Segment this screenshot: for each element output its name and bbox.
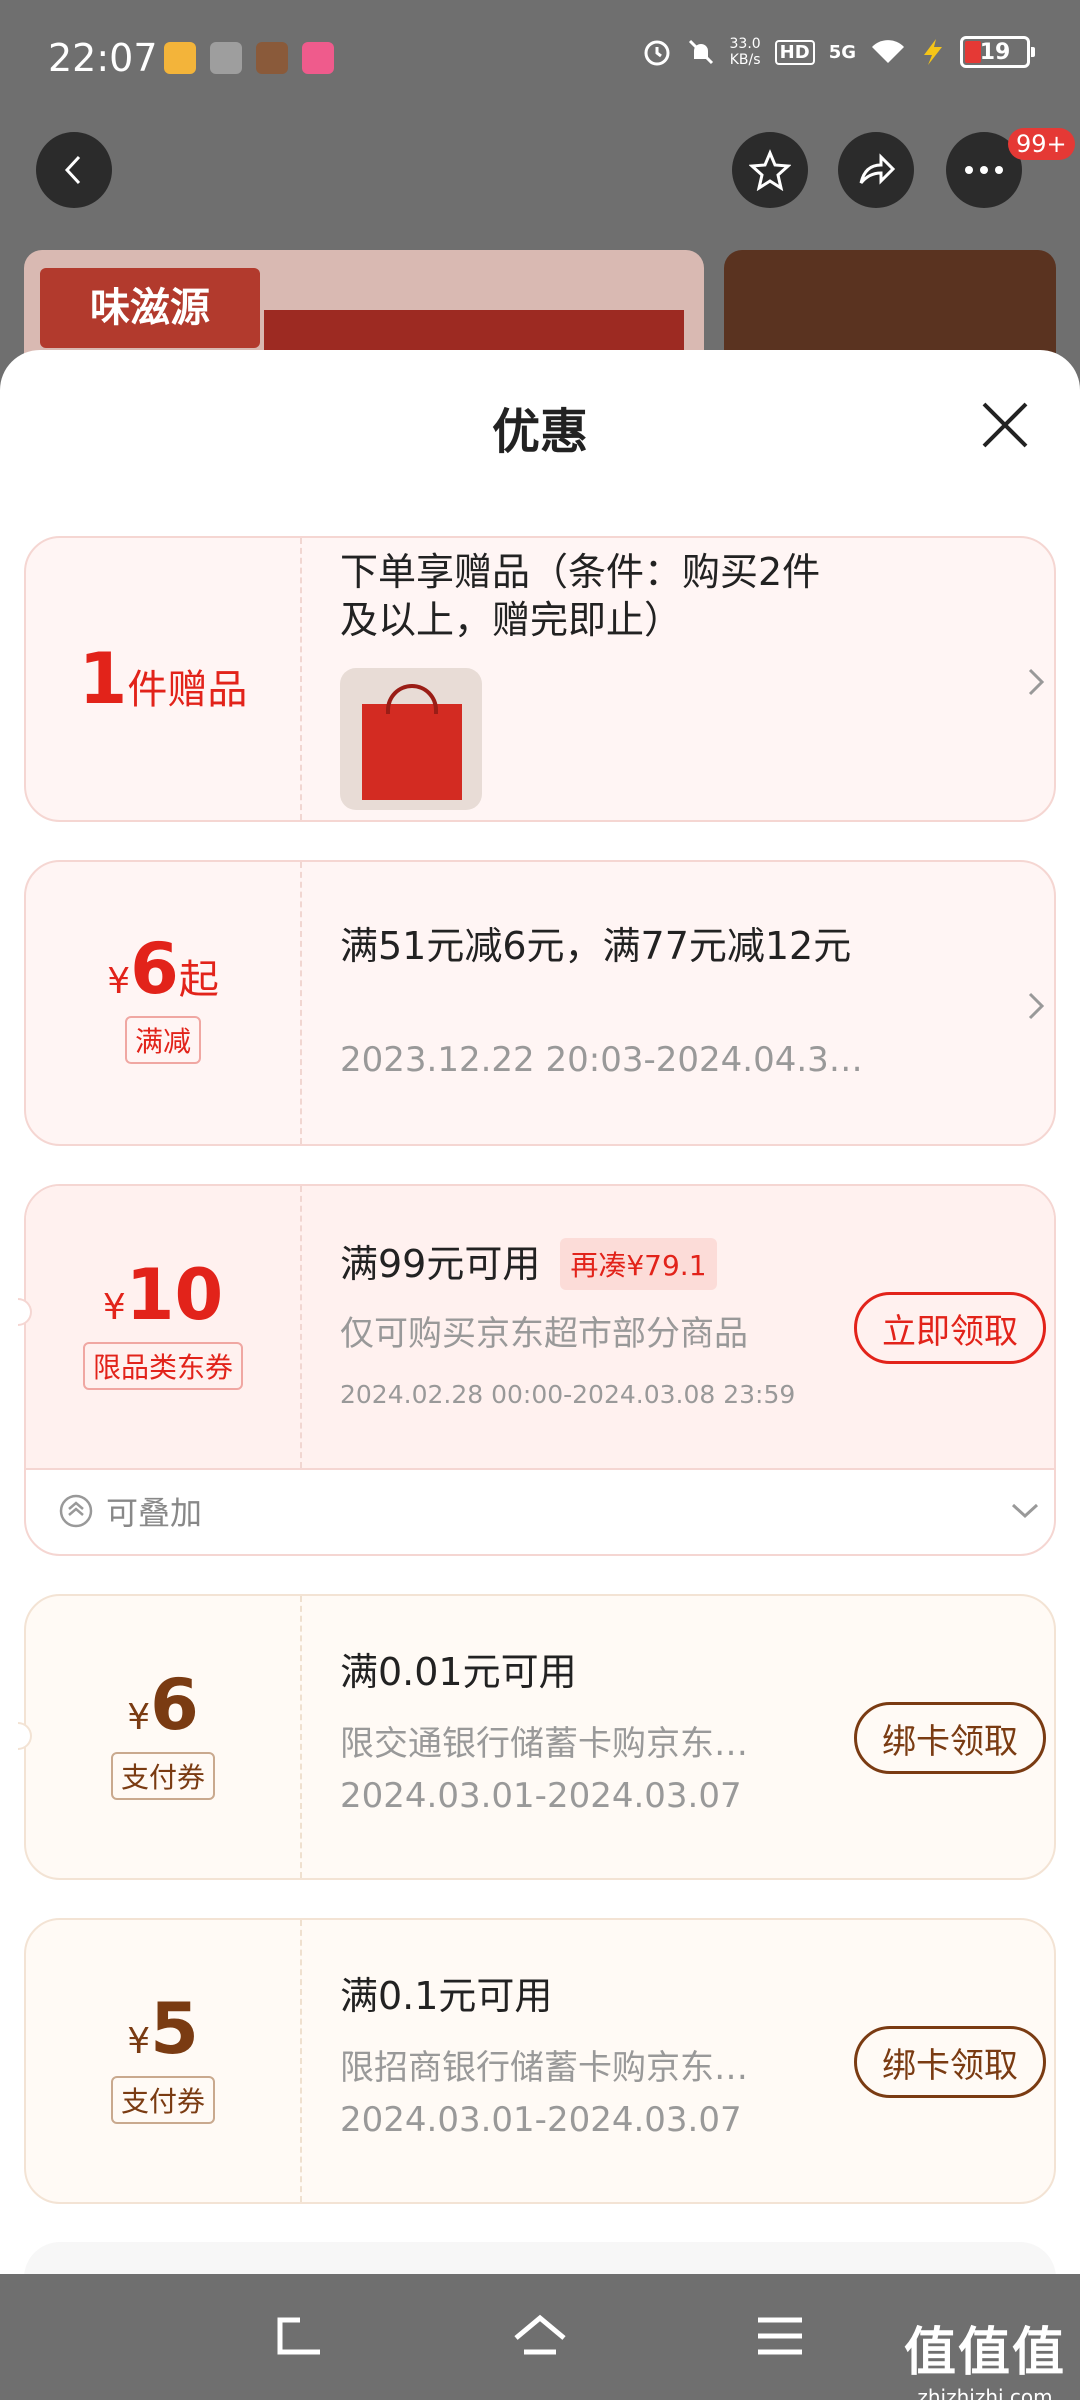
back-nav-icon[interactable] (270, 2312, 330, 2362)
reduction-amount: ¥6起 满减 (26, 928, 300, 1064)
star-icon (749, 149, 791, 191)
gift-description: 下单享赠品（条件：购买2件及以上，赠完即止） (340, 550, 821, 642)
watermark: 值值值 zhizhizhi.com (903, 2323, 1066, 2400)
coupon-amount: ¥10 限品类东券 (26, 1254, 300, 1390)
home-nav-icon[interactable] (510, 2312, 570, 2362)
payment-coupon-condition: 满0.01元可用 (340, 1650, 577, 1694)
mute-bell-icon (688, 39, 713, 65)
payment-coupon-condition: 满0.1元可用 (340, 1974, 553, 2018)
next-card-peek (24, 2242, 1056, 2274)
status-app-icons (164, 42, 334, 74)
chevron-right-icon (1028, 668, 1045, 696)
payment-coupon-date: 2024.03.01-2024.03.07 (340, 1776, 742, 1816)
status-bar: 22:07 33.0 KB/s HD 5G 19 (0, 0, 1080, 118)
discount-sheet: 优惠 1件赠品 下单享赠品（条件：购买2件及以上，赠完即止） ¥6起 满减 满5… (0, 350, 1080, 2274)
chevron-down-icon[interactable] (1010, 1502, 1040, 1520)
coupon-condition: 满99元可用 (340, 1242, 541, 1286)
top-up-tag: 再凑¥79.1 (560, 1238, 717, 1290)
game-icon (256, 42, 288, 74)
wechat-icon (210, 42, 242, 74)
sheet-title: 优惠 (491, 404, 588, 460)
category-coupon-card: ¥10 限品类东券 满99元可用 再凑¥79.1 仅可购买京东超市部分商品 20… (18, 1184, 1056, 1556)
brand-logo: 味滋源 (40, 268, 260, 348)
bind-card-button[interactable]: 绑卡领取 (854, 2026, 1046, 2098)
claim-now-button[interactable]: 立即领取 (854, 1292, 1046, 1364)
back-button[interactable] (36, 132, 112, 208)
payment-coupon-card-2: ¥5 支付券 满0.1元可用 限招商银行储蓄卡购京东… 2024.03.01-2… (24, 1918, 1056, 2204)
notification-badge: 99+ (1008, 128, 1075, 160)
chevron-left-icon (64, 155, 81, 185)
reduction-date: 2023.12.22 20:03-2024.04.3… (340, 1040, 863, 1080)
stack-icon (59, 1494, 93, 1528)
full-reduction-card[interactable]: ¥6起 满减 满51元减6元，满77元减12元 2023.12.22 20:03… (24, 860, 1056, 1146)
payment-coupon-card-1: ¥6 支付券 满0.01元可用 限交通银行储蓄卡购京东… 2024.03.01-… (18, 1594, 1056, 1880)
share-button[interactable] (838, 132, 914, 208)
stackable-toggle[interactable]: 可叠加 (58, 1488, 202, 1534)
alarm-icon (644, 40, 669, 66)
payment-coupon-date: 2024.03.01-2024.03.07 (340, 2100, 742, 2140)
coupon-date: 2024.02.28 00:00-2024.03.08 23:59 (340, 1380, 796, 1409)
network-speed: 33.0 KB/s (729, 36, 761, 68)
favorite-button[interactable] (732, 132, 808, 208)
app-notification-icon (164, 42, 196, 74)
payment-coupon-amount: ¥6 支付券 (26, 1664, 300, 1800)
gift-card[interactable]: 1件赠品 下单享赠品（条件：购买2件及以上，赠完即止） (24, 536, 1056, 822)
gift-amount: 1件赠品 (78, 638, 248, 720)
wifi-icon (872, 40, 904, 63)
share-icon (859, 153, 896, 185)
coupon-tag: 限品类东券 (82, 1342, 243, 1390)
payment-coupon-tag: 支付券 (110, 2076, 215, 2124)
battery-indicator: 19 (960, 36, 1035, 68)
gift-thumbnail (340, 668, 482, 810)
charging-icon (924, 39, 942, 65)
reduction-description: 满51元减6元，满77元减12元 (340, 924, 852, 968)
signal-indicator: 5G (828, 41, 856, 63)
status-time: 22:07 (48, 36, 158, 80)
bind-card-button[interactable]: 绑卡领取 (854, 1702, 1046, 1774)
more-icon (965, 166, 1003, 174)
payment-coupon-amount: ¥5 支付券 (26, 1988, 300, 2124)
payment-coupon-scope: 限交通银行储蓄卡购京东… (340, 1724, 748, 1764)
reduction-tag: 满减 (124, 1016, 201, 1064)
hd-indicator: HD (774, 39, 815, 65)
payment-coupon-scope: 限招商银行储蓄卡购京东… (340, 2048, 748, 2088)
payment-coupon-tag: 支付券 (110, 1752, 215, 1800)
app-icon (302, 42, 334, 74)
close-icon[interactable] (978, 398, 1032, 452)
coupon-scope: 仅可购买京东超市部分商品 (340, 1314, 748, 1354)
chevron-right-icon (1028, 992, 1045, 1020)
menu-nav-icon[interactable] (750, 2312, 810, 2362)
